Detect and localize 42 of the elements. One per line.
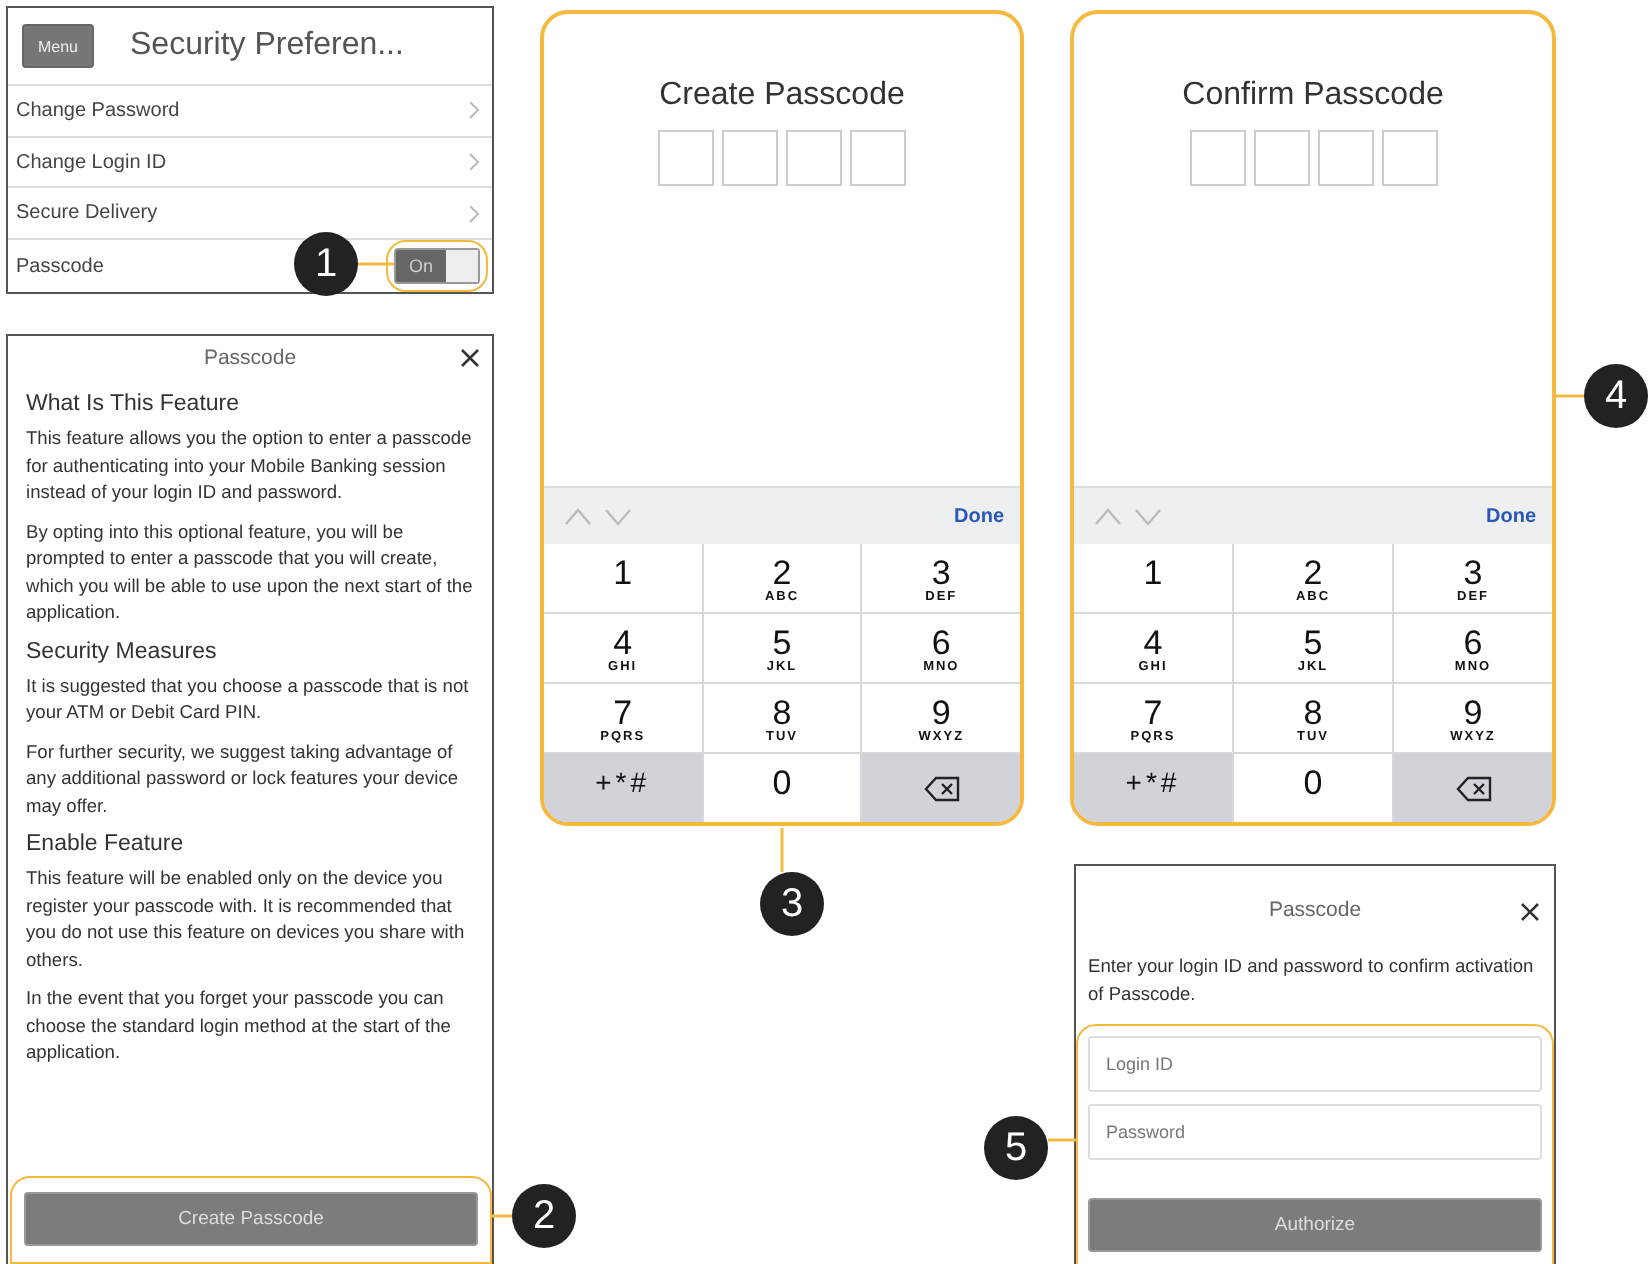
keypad-key[interactable]: 0: [703, 754, 861, 822]
chevron-right-icon: [468, 100, 480, 121]
instruction-text: Enter your login ID and password to confirm activation of Passcode.: [1086, 954, 1536, 1007]
done-button[interactable]: Done: [1486, 505, 1536, 527]
paragraph: By opting into this optional feature, you will be prompted to enter a passcode that you will create, which you will be able to use upon the next start of the application.: [26, 519, 475, 626]
keypad-key[interactable]: 0: [1234, 754, 1392, 822]
dialog-title: Passcode: [203, 346, 297, 370]
close-icon[interactable]: [460, 348, 480, 368]
symbols-key[interactable]: +*#: [544, 754, 702, 822]
input-field[interactable]: Login ID: [1088, 1036, 1542, 1092]
chevron-right-icon: [468, 203, 480, 224]
step-number: 4: [1584, 364, 1648, 428]
settings-item[interactable]: Secure Delivery: [16, 202, 158, 225]
paragraph: It is suggested that you choose a passcode that is not your ATM or Debit Card PIN.: [26, 673, 471, 726]
settings-item[interactable]: Change Password: [16, 99, 180, 122]
backspace-icon[interactable]: [1455, 775, 1491, 801]
step-number: 5: [984, 1116, 1048, 1180]
backspace-icon[interactable]: [923, 775, 960, 801]
paragraph: This feature will be enabled only on the device you register your passcode with. It is recommended that you do not use this feature on devices you share with others.: [26, 866, 467, 973]
dialog-title: Passcode: [1268, 898, 1362, 922]
screen-title: Create Passcode: [659, 78, 905, 114]
keypad-key[interactable]: 1: [544, 544, 702, 612]
paragraph: This feature allows you the option to enter a passcode for authenticating into your Mobile Banking session instead of your login ID and password.: [26, 426, 474, 506]
passcode-toggle[interactable]: On: [394, 248, 480, 285]
section-heading: Security Measures: [26, 639, 219, 663]
chevron-right-icon: [468, 152, 480, 172]
symbols-key[interactable]: +*#: [1074, 754, 1232, 822]
done-button[interactable]: Done: [954, 505, 1004, 527]
paragraph: For further security, we suggest taking advantage of any additional password or lock features your device may offer.: [26, 739, 461, 820]
input-field[interactable]: Password: [1088, 1104, 1542, 1160]
step-number: 2: [512, 1184, 576, 1248]
step-number: 3: [760, 872, 824, 936]
screen-title: Confirm Passcode: [1182, 78, 1444, 114]
paragraph: In the event that you forget your passcode you can choose the standard login method at the start of the application.: [26, 986, 453, 1066]
section-heading: What Is This Feature: [26, 392, 242, 416]
section-heading: Enable Feature: [26, 832, 186, 856]
screen-title: Security Preferen...: [130, 28, 404, 64]
close-icon[interactable]: [1520, 902, 1540, 922]
settings-item[interactable]: Passcode: [16, 255, 104, 278]
menu-button[interactable]: Menu: [22, 24, 94, 68]
settings-item[interactable]: Change Login ID: [16, 151, 167, 173]
keypad-key[interactable]: 1: [1074, 544, 1232, 612]
